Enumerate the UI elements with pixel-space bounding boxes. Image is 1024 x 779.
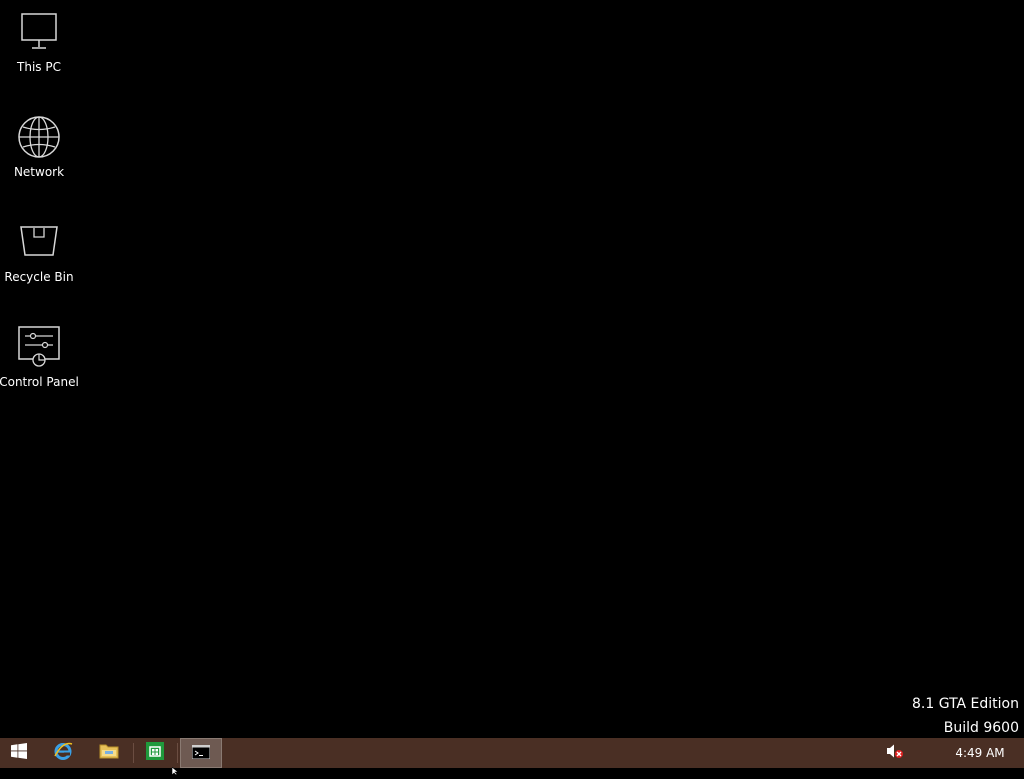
desktop[interactable]: This PC Network Recycle Bin Control Pane… bbox=[0, 0, 1024, 738]
edition-text: 8.1 GTA Edition bbox=[912, 696, 1019, 712]
taskbar-separator bbox=[133, 743, 134, 763]
globe-icon bbox=[17, 115, 61, 159]
windows-logo-icon bbox=[11, 743, 27, 763]
desktop-icon-recycle-bin[interactable]: Recycle Bin bbox=[0, 210, 78, 290]
desktop-icon-this-pc[interactable]: This PC bbox=[0, 0, 78, 80]
internet-explorer-icon bbox=[53, 741, 73, 765]
taskbar[interactable]: 4:49 AM bbox=[0, 738, 1024, 768]
taskbar-internet-explorer-button[interactable] bbox=[43, 738, 83, 768]
store-icon bbox=[146, 742, 164, 764]
desktop-icon-label: Network bbox=[13, 165, 65, 179]
monitor-icon bbox=[17, 10, 61, 54]
volume-muted-icon bbox=[886, 743, 904, 763]
mouse-pointer-icon bbox=[171, 760, 182, 779]
start-button[interactable] bbox=[0, 738, 38, 768]
folder-icon bbox=[99, 742, 119, 764]
os-edition-watermark: 8.1 GTA Edition Build 9600 bbox=[912, 692, 1019, 740]
desktop-icon-network[interactable]: Network bbox=[0, 105, 78, 185]
desktop-icon-label: Control Panel bbox=[0, 375, 79, 389]
command-prompt-icon bbox=[191, 744, 211, 763]
taskbar-file-explorer-button[interactable] bbox=[89, 738, 129, 768]
taskbar-command-prompt-button[interactable] bbox=[180, 738, 222, 768]
recycle-bin-icon bbox=[17, 220, 61, 264]
desktop-icon-label: Recycle Bin bbox=[4, 270, 74, 284]
desktop-icon-label: This PC bbox=[17, 60, 61, 74]
taskbar-store-button[interactable] bbox=[135, 738, 175, 768]
build-text: Build 9600 bbox=[943, 720, 1019, 736]
control-panel-icon bbox=[17, 325, 61, 369]
tray-clock[interactable]: 4:49 AM bbox=[940, 738, 1020, 768]
desktop-icon-control-panel[interactable]: Control Panel bbox=[0, 315, 79, 395]
tray-volume-button[interactable] bbox=[884, 738, 906, 768]
